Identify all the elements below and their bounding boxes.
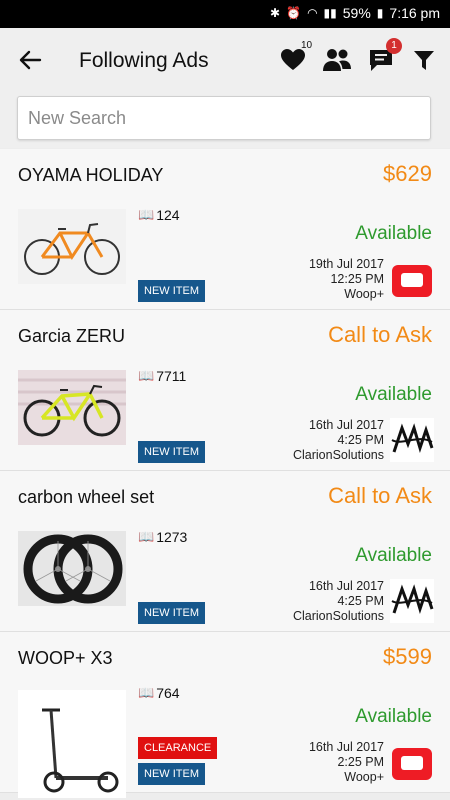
search-bar bbox=[0, 92, 450, 148]
post-time: 2:25 PM bbox=[337, 755, 384, 769]
alarm-icon: ⏰ bbox=[286, 6, 302, 20]
ad-title: WOOP+ X3 bbox=[18, 648, 113, 668]
wheel-set-image bbox=[18, 531, 126, 606]
battery-icon: ▮ bbox=[376, 6, 384, 20]
seller-name: ClarionSolutions bbox=[292, 448, 384, 462]
seller-logo[interactable] bbox=[390, 740, 434, 784]
post-info: 16th Jul 2017 4:25 PM ClarionSolutions bbox=[293, 418, 384, 463]
view-count-value: 124 bbox=[156, 207, 180, 223]
book-icon: 📖 bbox=[138, 207, 155, 222]
seller-name: ClarionSolutions bbox=[292, 609, 384, 623]
view-count: 📖 764 bbox=[138, 685, 180, 701]
view-count: 📖 7711 bbox=[138, 368, 186, 384]
clarion-logo-icon bbox=[390, 579, 434, 623]
ad-card[interactable]: Garcia ZERU Call to Ask 📖 7711 Available… bbox=[0, 310, 450, 471]
book-icon: 📖 bbox=[138, 529, 155, 544]
filter-button[interactable] bbox=[410, 46, 438, 74]
book-icon: 📖 bbox=[138, 685, 155, 700]
ads-list: OYAMA HOLIDAY $629 📖 124 Available 19th … bbox=[0, 149, 450, 798]
ad-card[interactable]: OYAMA HOLIDAY $629 📖 124 Available 19th … bbox=[0, 149, 450, 310]
post-time: 4:25 PM bbox=[337, 594, 384, 608]
messages-badge: 1 bbox=[386, 38, 402, 54]
view-count-value: 764 bbox=[156, 685, 180, 701]
woop-logo-icon bbox=[392, 748, 432, 780]
new-item-tag: NEW ITEM bbox=[138, 280, 205, 302]
post-info: 16th Jul 2017 2:25 PM Woop+ bbox=[309, 740, 384, 785]
post-date: 16th Jul 2017 bbox=[308, 418, 384, 432]
new-item-tag: NEW ITEM bbox=[138, 441, 205, 463]
status-bar: ✱ ⏰ ◠ ▮▮ 59% ▮ 7:16 pm bbox=[0, 0, 450, 28]
view-count-value: 1273 bbox=[156, 529, 188, 545]
ad-price: Call to Ask bbox=[328, 483, 432, 508]
wifi-icon: ◠ bbox=[307, 6, 318, 20]
ad-card[interactable]: carbon wheel set Call to Ask 📖 1273 Avai… bbox=[0, 471, 450, 632]
book-icon: 📖 bbox=[138, 368, 155, 383]
status-icons: ✱ ⏰ ◠ ▮▮ 59% ▮ 7:16 pm bbox=[270, 5, 440, 21]
seller-name: Woop+ bbox=[344, 287, 384, 301]
woop-logo-icon bbox=[392, 265, 432, 297]
post-time: 4:25 PM bbox=[337, 433, 384, 447]
ad-title: Garcia ZERU bbox=[18, 326, 126, 346]
post-info: 16th Jul 2017 4:25 PM ClarionSolutions bbox=[293, 579, 384, 624]
ad-thumbnail[interactable] bbox=[18, 209, 126, 284]
ad-price: $629 bbox=[383, 161, 432, 186]
bicycle-image bbox=[18, 209, 126, 284]
post-time: 12:25 PM bbox=[330, 272, 384, 286]
ad-price: $599 bbox=[383, 644, 432, 669]
ad-thumbnail[interactable] bbox=[18, 531, 126, 606]
bluetooth-icon: ✱ bbox=[270, 6, 281, 20]
view-count-value: 7711 bbox=[156, 368, 187, 384]
view-count: 📖 1273 bbox=[138, 529, 187, 545]
favorites-button[interactable]: 10 bbox=[279, 40, 312, 74]
ad-card[interactable]: WOOP+ X3 $599 📖 764 Available 16th Jul 2… bbox=[0, 632, 450, 798]
seller-name: Woop+ bbox=[344, 770, 384, 784]
filter-icon bbox=[414, 51, 434, 70]
ad-thumbnail[interactable] bbox=[18, 370, 126, 445]
seller-logo[interactable] bbox=[390, 257, 434, 301]
ad-title: carbon wheel set bbox=[18, 487, 155, 507]
view-count: 📖 124 bbox=[138, 207, 180, 223]
bicycle-image bbox=[18, 370, 126, 445]
ad-title: OYAMA HOLIDAY bbox=[18, 165, 164, 185]
clock: 7:16 pm bbox=[389, 5, 440, 21]
post-date: 19th Jul 2017 bbox=[308, 257, 384, 271]
seller-logo[interactable] bbox=[390, 579, 434, 623]
favorites-count: 10 bbox=[301, 40, 313, 51]
signal-icon: ▮▮ bbox=[323, 6, 337, 20]
clearance-tag: CLEARANCE bbox=[138, 737, 218, 759]
post-date: 16th Jul 2017 bbox=[308, 579, 384, 593]
following-users-button[interactable] bbox=[322, 46, 352, 74]
battery-percent: 59% bbox=[342, 5, 371, 21]
ad-price: Call to Ask bbox=[328, 322, 432, 347]
seller-logo[interactable] bbox=[390, 418, 434, 462]
clarion-logo-icon bbox=[390, 418, 434, 462]
scooter-image bbox=[18, 690, 126, 798]
availability-status: Available bbox=[355, 706, 432, 727]
app-bar: Following Ads 10 1 bbox=[0, 28, 450, 92]
page-title: Following Ads bbox=[79, 49, 209, 72]
post-info: 19th Jul 2017 12:25 PM Woop+ bbox=[309, 257, 384, 302]
new-item-tag: NEW ITEM bbox=[138, 602, 205, 624]
post-date: 16th Jul 2017 bbox=[308, 740, 384, 754]
ad-thumbnail[interactable] bbox=[18, 690, 126, 798]
search-box bbox=[17, 96, 431, 140]
search-input[interactable] bbox=[18, 97, 410, 139]
availability-status: Available bbox=[355, 223, 432, 244]
back-arrow-icon[interactable] bbox=[16, 46, 44, 74]
people-icon bbox=[323, 49, 351, 71]
availability-status: Available bbox=[355, 545, 432, 566]
new-item-tag: NEW ITEM bbox=[138, 763, 205, 785]
messages-button[interactable]: 1 bbox=[367, 38, 402, 74]
availability-status: Available bbox=[355, 384, 432, 405]
